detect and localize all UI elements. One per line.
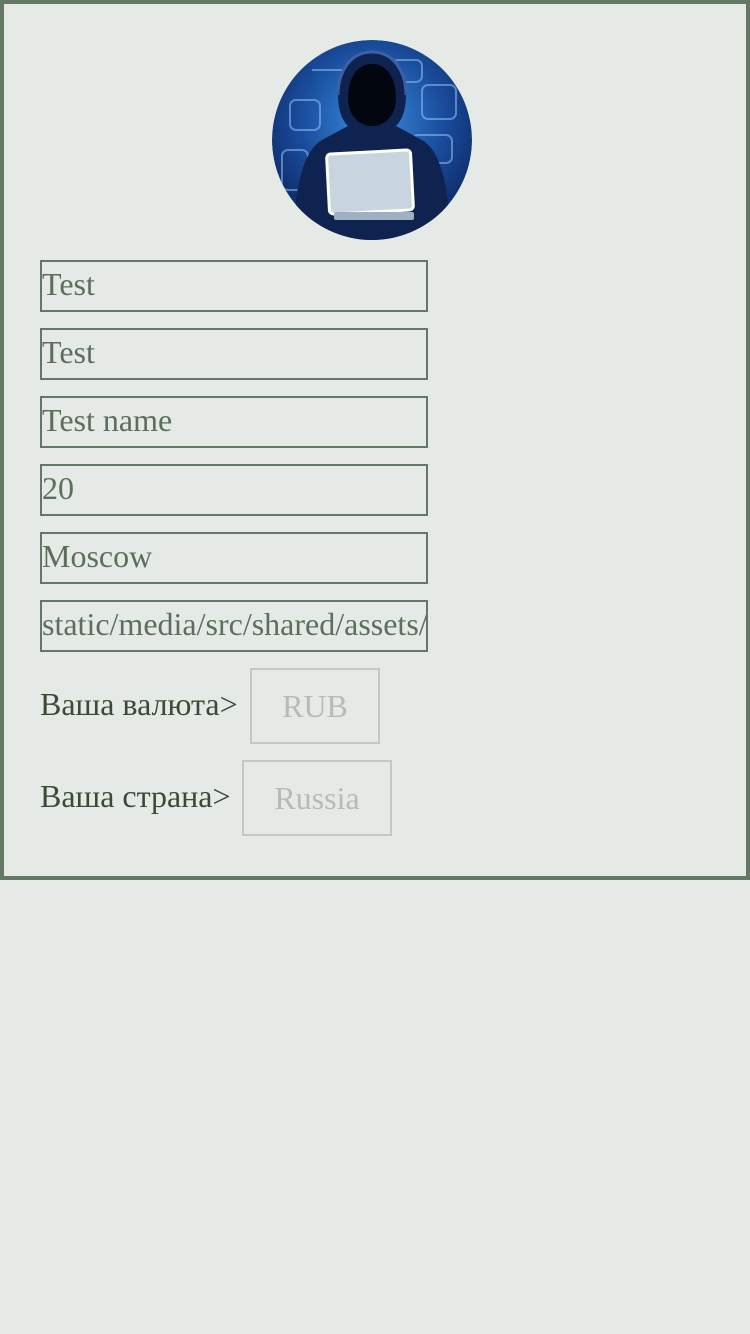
age-field[interactable]: 20 — [40, 464, 428, 516]
avatar[interactable] — [272, 40, 472, 240]
last-name-field[interactable]: Test — [40, 328, 428, 380]
country-select[interactable]: Russia — [242, 760, 392, 836]
currency-select[interactable]: RUB — [250, 668, 380, 744]
city-field[interactable]: Moscow — [40, 532, 428, 584]
country-label: Ваша страна> — [40, 778, 231, 814]
first-name-field[interactable]: Test — [40, 260, 428, 312]
display-name-field[interactable]: Test name — [40, 396, 428, 448]
hacker-avatar-icon — [272, 40, 472, 240]
avatar-path-field[interactable]: static/media/src/shared/assets/ — [40, 600, 428, 652]
currency-label: Ваша валюта> — [40, 686, 238, 722]
